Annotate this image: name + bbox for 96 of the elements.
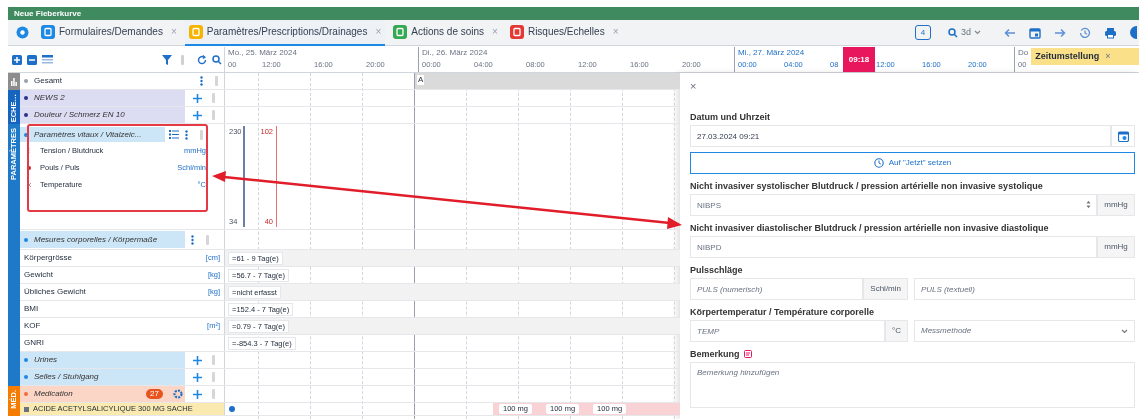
bar-chart-icon — [11, 77, 17, 86]
more-options-icon[interactable] — [185, 129, 188, 140]
row-label: BMI — [24, 303, 40, 315]
drag-handle-icon[interactable] — [206, 234, 209, 245]
row-label: Gewicht — [24, 269, 54, 281]
add-icon[interactable] — [193, 389, 202, 399]
tab[interactable]: Formulaires/Demandes × — [37, 19, 181, 46]
day-label: Do — [1018, 47, 1029, 58]
collapse-all-icon[interactable] — [27, 54, 37, 65]
group-header[interactable]: Urines — [20, 352, 185, 368]
bullet-icon — [24, 132, 28, 137]
input-field[interactable]: NIBPS — [690, 194, 1097, 216]
arrow-left-icon[interactable] — [1004, 26, 1016, 39]
spinner-icon[interactable] — [1086, 200, 1091, 209]
chevron-down-icon — [1121, 328, 1128, 334]
day-label: Mo., 25. März 2024 — [228, 47, 297, 58]
marker-label: A — [417, 75, 425, 85]
comment-box[interactable]: Bemerkung hinzufügen — [690, 362, 1135, 408]
drag-handle-icon[interactable] — [181, 54, 184, 65]
history-icon[interactable] — [1079, 26, 1091, 39]
input-field[interactable]: PULS (numerisch) — [690, 278, 864, 300]
unit-label: mmHg — [1097, 236, 1135, 258]
bullet-icon — [24, 96, 28, 100]
input-field[interactable]: NIBPD — [690, 236, 1097, 258]
arrow-right-icon[interactable] — [1054, 26, 1066, 39]
calendar-button[interactable] — [1111, 125, 1135, 147]
group-header[interactable]: NEWS 2 — [20, 90, 185, 106]
count-badge: 27 — [146, 389, 163, 399]
input-field[interactable]: PULS (textuell) — [914, 278, 1135, 300]
row-label: GNRI — [24, 337, 45, 349]
day-label: Mi., 27. März 2024 — [738, 47, 805, 58]
drag-handle-icon[interactable] — [200, 129, 203, 140]
add-icon[interactable] — [193, 355, 202, 365]
field-label: Pulsschläge — [690, 264, 743, 276]
layers-count-button[interactable]: 4 — [915, 25, 931, 40]
settings-icon[interactable] — [16, 26, 29, 39]
row-label: Übliches Gewicht — [24, 286, 87, 298]
search-icon — [948, 27, 958, 38]
group-header[interactable]: Paramètres vitaux / Vitalzeic... — [20, 127, 165, 142]
refresh-icon[interactable] — [197, 54, 207, 65]
group-header[interactable]: Mesures corporelles / Körpermaße — [20, 231, 185, 248]
calendar-icon[interactable] — [1029, 26, 1041, 39]
more-options-icon[interactable] — [191, 234, 194, 245]
close-button[interactable]: × — [690, 79, 697, 93]
calendar-icon — [1117, 130, 1129, 142]
field-label: Datum und Uhrzeit — [690, 111, 770, 123]
set-now-button[interactable]: Auf "Jetzt" setzen — [690, 152, 1135, 174]
unit-label: mmHg — [1097, 194, 1135, 216]
add-icon[interactable] — [193, 93, 202, 103]
bullet-icon — [24, 237, 28, 242]
row-label: Gesamt — [34, 75, 63, 87]
field-label: Nicht invasiver systolischer Blutdruck / pression artérielle non invasive systolique — [690, 180, 1043, 192]
more-options-icon[interactable] — [200, 76, 203, 86]
note-icon — [743, 350, 752, 358]
date-time-field[interactable]: 27.03.2024 09:21 — [690, 125, 1111, 147]
field-label: Nicht invasiver diastolischer Blutdruck / pression artérielle non invasive diastolique — [690, 222, 1049, 234]
add-icon[interactable] — [193, 110, 202, 120]
clock-icon — [873, 158, 884, 168]
current-time-badge: 09:18 — [843, 47, 875, 72]
search-icon[interactable] — [212, 54, 222, 65]
bullet-icon — [24, 358, 28, 362]
zoom-range-dropdown[interactable]: 3d — [948, 25, 991, 40]
unit-label: Schl/min — [863, 278, 908, 300]
row-label: KOF — [24, 320, 42, 332]
settings-icon[interactable] — [173, 389, 183, 399]
row-label: Körpergrösse — [24, 252, 74, 264]
square-icon — [24, 406, 29, 412]
day-label: Di., 26. März 2024 — [422, 47, 488, 58]
window-title: Neue Fieberkurve — [14, 7, 82, 20]
unit-label: °C — [885, 320, 908, 342]
table-icon[interactable] — [42, 55, 53, 64]
select-field[interactable]: Messmethode — [914, 320, 1135, 342]
field-label: Bemerkung — [690, 348, 740, 360]
print-icon[interactable] — [1104, 26, 1117, 39]
group-header[interactable]: Medication 27 — [20, 386, 185, 402]
expand-all-icon[interactable] — [12, 54, 22, 65]
bullet-icon — [24, 375, 28, 379]
bullet-icon — [24, 113, 28, 117]
chevron-down-icon — [974, 30, 981, 35]
bullet-icon — [24, 79, 28, 83]
dot-icon — [26, 164, 32, 171]
add-icon[interactable] — [193, 372, 202, 382]
tab[interactable]: Risques/Echelles × — [505, 19, 623, 46]
list-icon[interactable] — [169, 130, 179, 139]
group-header[interactable]: Douleur / Schmerz EN 10 — [20, 107, 185, 123]
close-icon[interactable]: × — [1105, 49, 1111, 64]
tab[interactable]: Actions de soins × — [389, 19, 502, 46]
field-label: Körpertemperatur / Température corporelle — [690, 306, 874, 318]
cross-icon — [26, 181, 32, 188]
info-icon[interactable] — [1130, 26, 1137, 39]
group-header[interactable]: Selles / Stuhlgang — [20, 369, 185, 385]
dashed-line-icon — [26, 147, 32, 154]
filter-icon[interactable] — [162, 54, 172, 65]
input-field[interactable]: TEMP — [690, 320, 885, 342]
time-change-notice: Zeitumstellung × — [1031, 48, 1139, 65]
bullet-icon — [24, 392, 28, 396]
